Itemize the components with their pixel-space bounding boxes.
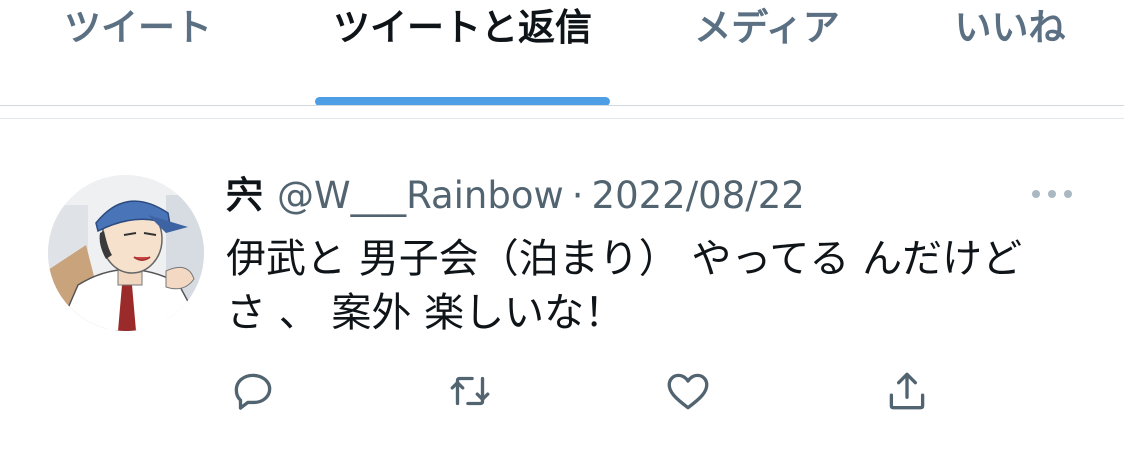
- tab-label: ツイートと返信: [333, 5, 592, 49]
- tweet-text: 伊武と 男子会（泊まり） やってる んだけど さ 、 案外 楽しいな！: [226, 236, 1023, 336]
- tab-likes[interactable]: いいね: [925, 0, 1095, 106]
- tab-label: メディア: [694, 5, 840, 49]
- retweet-icon: [450, 376, 490, 406]
- share-icon: [889, 372, 925, 410]
- separator-dot: ·: [571, 173, 584, 217]
- tabs-divider: [0, 105, 1124, 106]
- tab-media[interactable]: メディア: [662, 0, 872, 106]
- user-handle[interactable]: @W___Rainbow: [277, 177, 564, 214]
- tab-label: いいね: [954, 5, 1066, 49]
- more-horizontal-icon[interactable]: [1028, 186, 1076, 202]
- avatar[interactable]: [48, 175, 204, 331]
- profile-timeline: ツイート ツイートと返信 メディア いいね 宍 @W___Rainbow · 2…: [0, 0, 1124, 449]
- share-button[interactable]: [880, 364, 934, 418]
- tab-tweets-and-replies[interactable]: ツイートと返信: [300, 0, 625, 106]
- avatar-illustration: [48, 175, 204, 331]
- tab-label: ツイート: [64, 5, 212, 49]
- heart-icon: [667, 373, 709, 410]
- profile-tabs: ツイート ツイートと返信 メディア いいね: [0, 0, 1124, 106]
- reply-button[interactable]: [226, 364, 280, 418]
- tweet-header: 宍 @W___Rainbow · 2022/08/22: [226, 170, 805, 220]
- like-button[interactable]: [661, 364, 715, 418]
- tweet-date[interactable]: 2022/08/22: [592, 177, 805, 214]
- retweet-button[interactable]: [443, 364, 497, 418]
- tab-tweets[interactable]: ツイート: [28, 0, 248, 106]
- section-divider: [0, 118, 1124, 119]
- reply-icon: [234, 373, 272, 410]
- display-name[interactable]: 宍: [226, 177, 263, 214]
